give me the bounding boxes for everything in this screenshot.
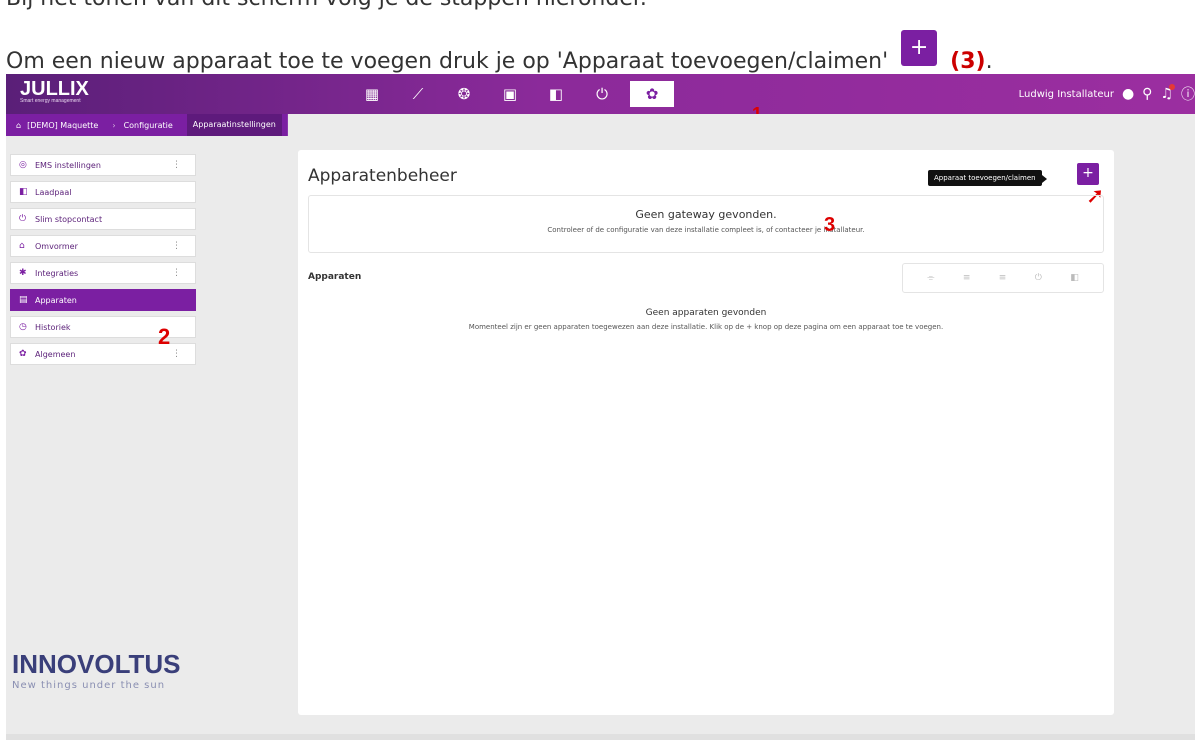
main-nav: ▦ ⟋ ❂ ▣ ◧ ⏻ ✿	[354, 81, 684, 109]
sidebar-item-label: Apparaten	[35, 295, 77, 305]
step-marker-3: 3	[824, 214, 836, 236]
sidebar-item-label: Algemeen	[35, 349, 76, 359]
notice-text: Controleer of de configuratie van deze i…	[547, 226, 865, 234]
user-name[interactable]: Ludwig Installateur	[1019, 89, 1114, 100]
add-device-tooltip: Apparaat toevoegen/claimen	[928, 170, 1047, 186]
user-area: Ludwig Installateur ● ⚲ ♫ ⓘ	[1019, 84, 1195, 104]
charger-icon: ◧	[19, 187, 28, 197]
empty-devices-message: Geen apparaten gevonden Momenteel zijn e…	[298, 308, 1114, 331]
breadcrumb-label: [DEMO] Maquette	[27, 120, 99, 130]
user-icon[interactable]: ●	[1122, 86, 1134, 102]
sidebar-item-label: Integraties	[35, 268, 79, 278]
top-navbar: JULLIX Smart energy management ▦ ⟋ ❂ ▣ ◧…	[6, 74, 1195, 124]
more-icon[interactable]: ⋮	[172, 160, 181, 170]
battery-icon[interactable]: ▣	[492, 81, 528, 107]
bell-icon[interactable]: ♫	[1160, 84, 1175, 102]
search-icon[interactable]: ⚲	[1142, 86, 1152, 102]
plug-filter-icon[interactable]: ⏻	[1035, 273, 1042, 283]
brand-slogan: New things under the sun	[12, 680, 166, 691]
charger-icon[interactable]: ◧	[538, 81, 574, 107]
devices-icon: ▤	[19, 295, 28, 305]
meter-filter-icon[interactable]: ≡	[999, 273, 1007, 283]
device-type-filter: ⌯ ≡ ≡ ⏻ ◧	[902, 263, 1104, 293]
brain-icon[interactable]: ❂	[446, 81, 482, 107]
sidebar-item-apparaten[interactable]: ▤ Apparaten	[10, 289, 196, 311]
notice-title: Geen gateway gevonden.	[635, 208, 777, 221]
sidebar-item-label: EMS instellingen	[35, 160, 101, 170]
plug-icon: ⏻	[19, 214, 27, 224]
step-marker-2: 2	[158, 324, 171, 349]
jullix-logo[interactable]: JULLIX Smart energy management	[20, 78, 89, 104]
battery-filter-icon[interactable]: ≡	[963, 273, 971, 283]
sidebar-item-label: Omvormer	[35, 241, 78, 251]
breadcrumb-configuratie[interactable]: Configuratie	[112, 121, 173, 130]
history-icon: ◷	[19, 322, 27, 332]
ems-icon: ◎	[19, 160, 27, 170]
sidebar-item-stopcontact[interactable]: ⏻ Slim stopcontact	[10, 208, 196, 230]
app-screenshot: JULLIX Smart energy management ▦ ⟋ ❂ ▣ ◧…	[6, 74, 1195, 740]
dashboard-icon[interactable]: ▦	[354, 81, 390, 107]
more-icon[interactable]: ⋮	[172, 349, 181, 359]
sidebar-item-label: Historiek	[35, 322, 71, 332]
breadcrumb-current: Apparaatinstellingen	[186, 114, 282, 136]
plug-icon[interactable]: ⏻	[584, 81, 620, 107]
add-device-button[interactable]: +	[1077, 163, 1099, 185]
main-panel: Apparatenbeheer Apparaat toevoegen/claim…	[298, 150, 1114, 715]
brand-name: INNOVOLTUS	[12, 649, 181, 679]
doc-previous-line: Bij het tonen van dit scherm volg je de …	[0, 0, 1195, 14]
breadcrumb-bar: ⌂ [DEMO] Maquette Configuratie Apparaati…	[6, 114, 1195, 136]
sidebar-item-omvormer[interactable]: ⌂ Omvormer ⋮	[10, 235, 196, 257]
instruction-ref: (3)	[950, 49, 986, 74]
help-icon[interactable]: ⓘ	[1181, 84, 1195, 104]
charger-filter-icon[interactable]: ◧	[1070, 273, 1079, 283]
sidebar-item-label: Laadpaal	[35, 187, 72, 197]
sidebar-item-label: Slim stopcontact	[35, 214, 103, 224]
footer-strip	[6, 734, 1195, 740]
empty-text: Momenteel zijn er geen apparaten toegewe…	[468, 323, 944, 331]
sidebar-item-laadpaal[interactable]: ◧ Laadpaal	[10, 181, 196, 203]
instruction-suffix: .	[985, 49, 993, 74]
no-gateway-notice: Geen gateway gevonden. Controleer of de …	[308, 195, 1104, 253]
more-icon[interactable]: ⋮	[172, 268, 181, 278]
sidebar-item-integraties[interactable]: ✱ Integraties ⋮	[10, 262, 196, 284]
doc-previous-text: Bij het tonen van dit scherm volg je de …	[6, 0, 647, 11]
gear-icon: ✿	[19, 349, 27, 359]
logo-tagline: Smart energy management	[20, 98, 81, 104]
home-icon: ⌂	[16, 120, 22, 130]
puzzle-icon: ✱	[19, 268, 27, 278]
settings-icon[interactable]: ✿	[630, 81, 674, 107]
inverter-icon: ⌂	[19, 241, 25, 251]
chart-icon[interactable]: ⟋	[400, 81, 436, 107]
add-button-illustration: +	[901, 30, 938, 66]
solar-filter-icon[interactable]: ⌯	[927, 273, 934, 283]
breadcrumb-home[interactable]: ⌂ [DEMO] Maquette	[16, 121, 98, 130]
devices-heading: Apparaten	[308, 272, 362, 282]
empty-title: Geen apparaten gevonden	[645, 308, 767, 318]
innovoltus-logo: INNOVOLTUS New things under the sun	[12, 649, 181, 691]
breadcrumb: ⌂ [DEMO] Maquette Configuratie Apparaati…	[6, 114, 288, 136]
sidebar-item-ems[interactable]: ◎ EMS instellingen ⋮	[10, 154, 196, 176]
page-title: Apparatenbeheer	[308, 166, 457, 186]
instruction-text: Om een nieuw apparaat toe te voegen druk…	[6, 49, 889, 74]
more-icon[interactable]: ⋮	[172, 241, 181, 251]
logo-text: JULLIX	[20, 78, 89, 100]
